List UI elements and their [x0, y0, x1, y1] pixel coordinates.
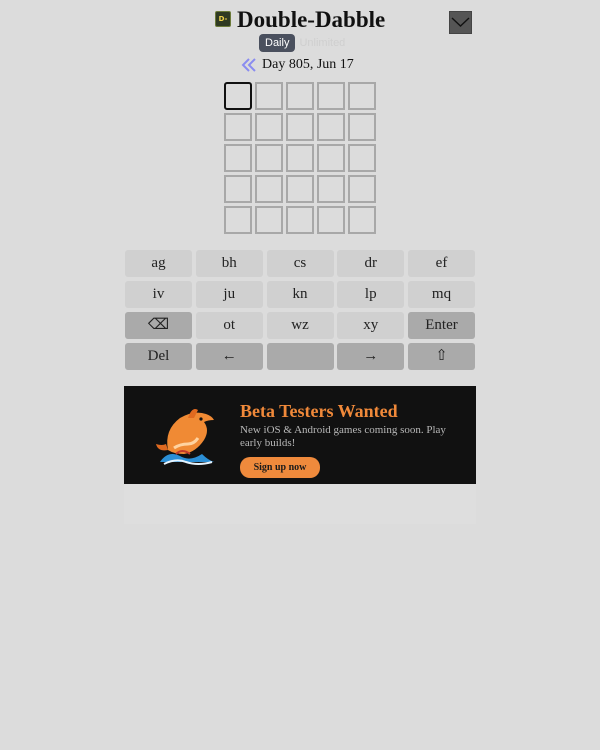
key-ju[interactable]: ju	[195, 281, 263, 308]
sign-up-button[interactable]: Sign up now	[240, 457, 320, 478]
board-cell[interactable]	[255, 144, 283, 172]
board-cell[interactable]	[348, 113, 376, 141]
board-cell[interactable]	[286, 144, 314, 172]
board-cell[interactable]	[317, 82, 345, 110]
double-chevron-left-icon	[241, 58, 256, 72]
board-cell[interactable]	[286, 206, 314, 234]
board-cell[interactable]	[348, 82, 376, 110]
board-cell[interactable]	[224, 206, 252, 234]
banner-text: New iOS & Android games coming soon. Pla…	[240, 424, 446, 449]
menu-button[interactable]	[449, 11, 472, 34]
previous-day-button[interactable]	[240, 56, 258, 74]
board-cell[interactable]	[255, 206, 283, 234]
tab-unlimited[interactable]: Unlimited	[295, 34, 349, 52]
tab-daily[interactable]: Daily	[259, 34, 296, 52]
backspace-key[interactable]: ⌫	[125, 312, 192, 339]
promo-banner: Beta Testers Wanted New iOS & Android ga…	[124, 386, 476, 484]
dolphin-icon	[156, 409, 214, 465]
key-cs[interactable]: cs	[266, 250, 334, 277]
board-cell[interactable]	[348, 175, 376, 203]
board-cell[interactable]	[255, 82, 283, 110]
key-bh[interactable]: bh	[195, 250, 263, 277]
day-label: Day 805, Jun 17	[262, 57, 354, 72]
day-navigation: Day 805, Jun 17	[240, 56, 354, 74]
logo-icon: D-D	[215, 11, 231, 27]
board-cell[interactable]	[317, 113, 345, 141]
game-board	[224, 82, 376, 234]
board-cell[interactable]	[348, 206, 376, 234]
key-ot[interactable]: ot	[195, 312, 263, 339]
board-cell[interactable]	[317, 175, 345, 203]
page-title: Double-Dabble	[237, 7, 386, 32]
right-arrow-key[interactable]: →	[337, 343, 405, 370]
board-cell[interactable]	[224, 82, 252, 110]
board-cell[interactable]	[317, 206, 345, 234]
panel-bottom	[124, 484, 476, 524]
key-ef[interactable]: ef	[408, 250, 475, 277]
enter-key[interactable]: Enter	[408, 312, 475, 339]
space-key[interactable]	[266, 343, 334, 370]
key-xy[interactable]: xy	[337, 312, 405, 339]
left-arrow-key[interactable]: ←	[195, 343, 263, 370]
board-cell[interactable]	[224, 175, 252, 203]
delete-key[interactable]: Del	[125, 343, 192, 370]
board-cell[interactable]	[286, 113, 314, 141]
key-mq[interactable]: mq	[408, 281, 475, 308]
chevron-down-icon	[451, 17, 470, 27]
key-ag[interactable]: ag	[125, 250, 192, 277]
keyboard: ag bh cs dr ef iv ju kn lp mq ⌫ ot wz xy Enter Del ← → ⇧	[125, 250, 475, 370]
key-kn[interactable]: kn	[266, 281, 334, 308]
key-lp[interactable]: lp	[337, 281, 405, 308]
board-cell[interactable]	[224, 113, 252, 141]
board-cell[interactable]	[255, 113, 283, 141]
key-dr[interactable]: dr	[337, 250, 405, 277]
board-cell[interactable]	[224, 144, 252, 172]
board-cell[interactable]	[317, 144, 345, 172]
board-cell[interactable]	[286, 82, 314, 110]
shift-key[interactable]: ⇧	[408, 343, 475, 370]
board-cell[interactable]	[255, 175, 283, 203]
key-iv[interactable]: iv	[125, 281, 192, 308]
board-cell[interactable]	[286, 175, 314, 203]
board-cell[interactable]	[348, 144, 376, 172]
key-wz[interactable]: wz	[266, 312, 334, 339]
mode-tabs: Daily Unlimited	[259, 34, 349, 52]
banner-title: Beta Testers Wanted	[240, 401, 398, 421]
